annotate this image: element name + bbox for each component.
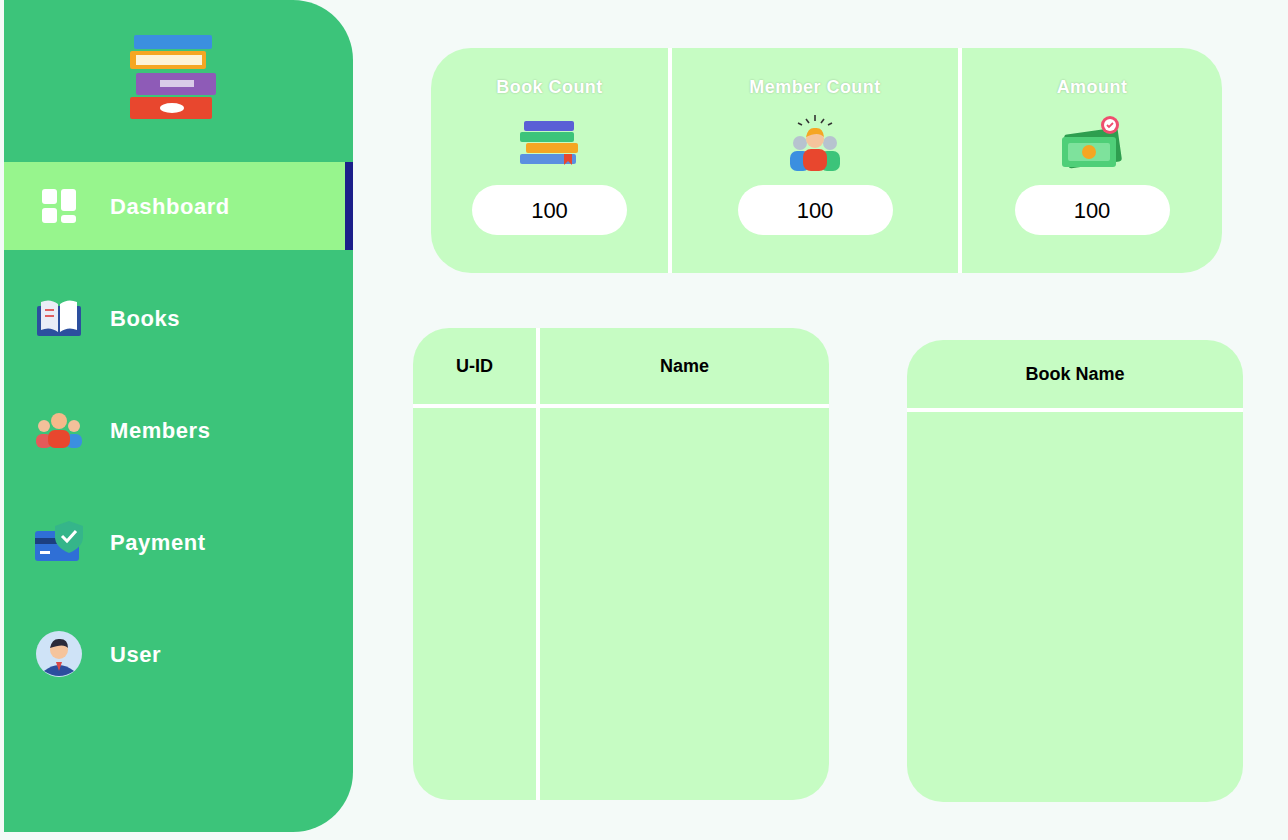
card-shield-icon [35,521,83,563]
stat-card: Member Count 100 [668,48,958,273]
sidebar-label: User [110,638,161,671]
open-book-icon [37,298,81,338]
table-header-cell: Name [540,328,829,408]
stat-value: 100 [738,185,893,235]
sidebar-item[interactable]: Payment [4,498,353,586]
sidebar-item[interactable]: Dashboard [4,162,353,250]
sidebar-nav: Dashboard Books Members Payment User [4,162,353,698]
cash-icon [1060,115,1124,171]
sidebar-label: Members [110,414,210,447]
sidebar-item[interactable]: Books [4,274,353,362]
sidebar-label: Books [110,302,180,335]
stat-value: 100 [1015,185,1170,235]
stat-title: Book Count [496,74,602,101]
books-logo-icon [130,35,218,121]
stats-panel: Book Count 100 Member Count 100 Amount 100 [431,48,1222,273]
sidebar-item[interactable]: User [4,610,353,698]
table-header-cell: U-ID [413,328,540,408]
dashboard: Book Count 100 Member Count 100 Amount 100 U-I… [353,0,1288,840]
sidebar-label: Dashboard [110,190,230,223]
members-icon [34,412,84,448]
logo [4,0,353,162]
stat-value: 100 [472,185,627,235]
books-stack-icon [520,121,580,165]
sidebar: Dashboard Books Members Payment User [4,0,353,832]
dashboard-icon [42,189,76,223]
sidebar-label: Payment [110,526,206,559]
books-table: Book Name [907,340,1243,802]
table-column-body [540,408,829,800]
app: Dashboard Books Members Payment User Book Cou… [0,0,1288,840]
table-header-cell: Book Name [907,340,1243,412]
member-group-icon [784,113,846,173]
table-body [907,412,1243,802]
members-table: U-IDName [413,328,829,800]
stat-card: Book Count 100 [431,48,668,273]
stat-card: Amount 100 [958,48,1222,273]
stat-title: Member Count [749,74,880,101]
stat-title: Amount [1057,74,1128,101]
sidebar-item[interactable]: Members [4,386,353,474]
user-avatar-icon [36,631,82,677]
table-column-body [413,408,540,800]
